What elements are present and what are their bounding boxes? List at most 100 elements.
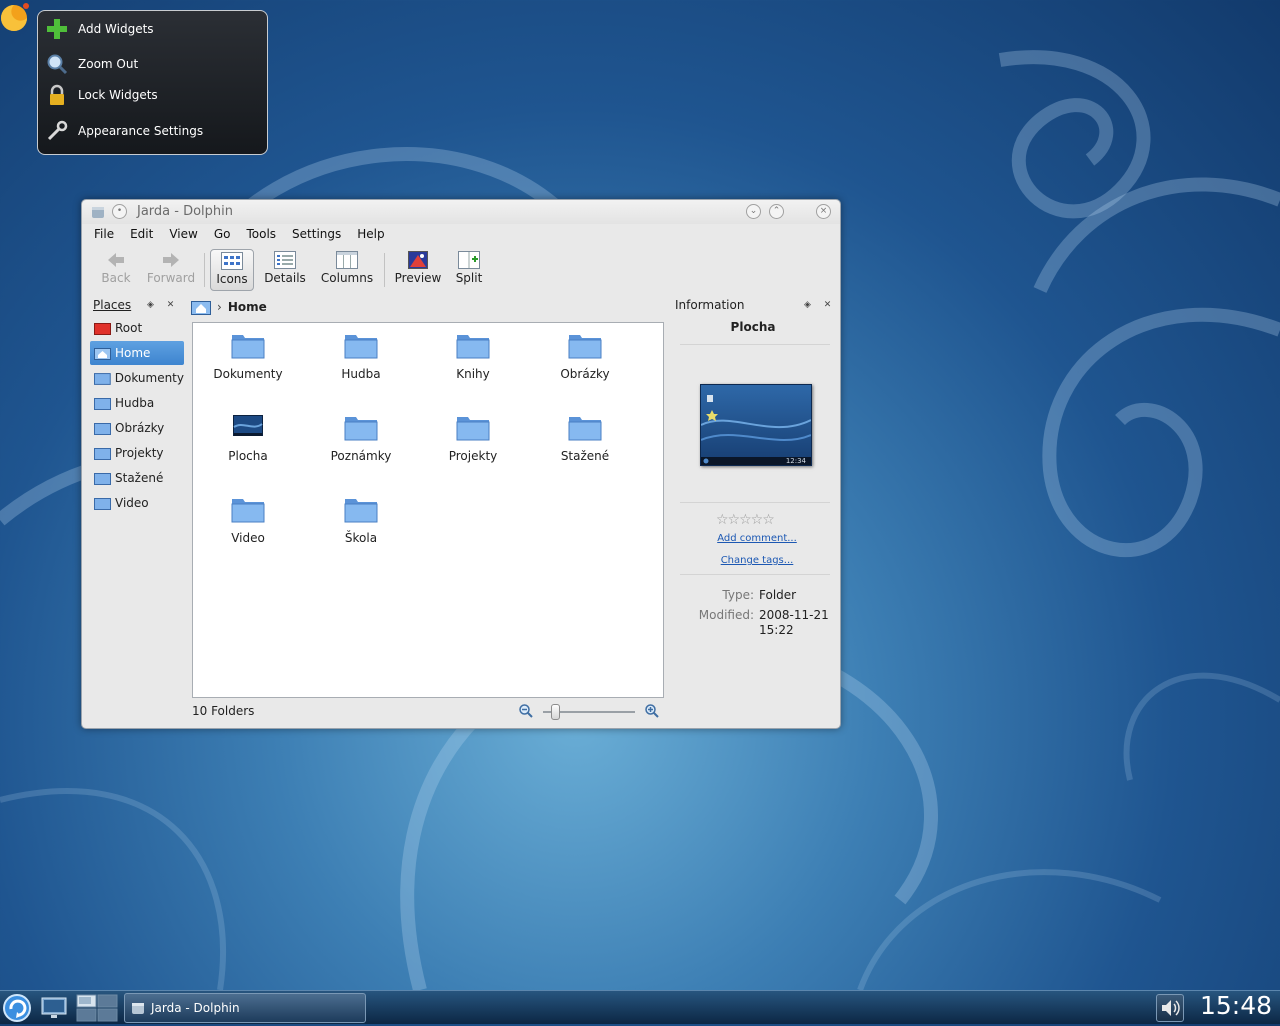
- file-item[interactable]: Video: [193, 493, 303, 545]
- columns-view-icon: [316, 249, 378, 271]
- file-item[interactable]: Obrázky: [530, 329, 640, 381]
- desktop-toolbox: Add Widgets Zoom Out Lock Widgets Appear…: [37, 10, 268, 155]
- window-titlebar[interactable]: • Jarda - Dolphin ⌄ ⌃ ×: [82, 200, 840, 224]
- place-video[interactable]: Video: [90, 491, 184, 515]
- place-obrazky[interactable]: Obrázky: [90, 416, 184, 440]
- home-icon[interactable]: [191, 299, 211, 315]
- columns-view-button[interactable]: Columns: [316, 249, 378, 291]
- preview-button[interactable]: Preview: [390, 249, 446, 291]
- close-button[interactable]: ×: [816, 204, 831, 219]
- minimize-button[interactable]: ⌄: [746, 204, 761, 219]
- folder-icon: [418, 411, 528, 443]
- menu-go[interactable]: Go: [206, 225, 239, 245]
- menu-edit[interactable]: Edit: [122, 225, 161, 245]
- menu-tools[interactable]: Tools: [238, 225, 284, 245]
- menu-settings[interactable]: Settings: [284, 225, 349, 245]
- add-widgets-item[interactable]: Add Widgets: [44, 14, 264, 44]
- places-float-icon[interactable]: ◈: [145, 300, 156, 311]
- place-projekty[interactable]: Projekty: [90, 441, 184, 465]
- places-close-icon[interactable]: ✕: [165, 300, 176, 311]
- file-item[interactable]: Škola: [306, 493, 416, 545]
- menu-help[interactable]: Help: [349, 225, 392, 245]
- file-icon-view[interactable]: Dokumenty Hudba Knihy Obrázky Plocha Poz…: [192, 322, 664, 698]
- lock-widgets-label: Lock Widgets: [78, 88, 158, 102]
- places-title: Places: [93, 298, 132, 312]
- zoom-out-icon[interactable]: [518, 703, 534, 719]
- file-item[interactable]: Projekty: [418, 411, 528, 463]
- volume-icon[interactable]: [1156, 994, 1184, 1022]
- place-label: Video: [115, 496, 149, 510]
- folder-icon: [530, 411, 640, 443]
- dolphin-task-icon: [132, 1003, 144, 1014]
- info-close-icon[interactable]: ✕: [822, 300, 833, 311]
- change-tags-link[interactable]: Change tags...: [670, 552, 844, 566]
- pager-widget[interactable]: [76, 994, 118, 1022]
- folder-icon: [306, 329, 416, 361]
- file-item[interactable]: Knihy: [418, 329, 528, 381]
- place-label: Home: [115, 346, 151, 360]
- zoom-out-label: Zoom Out: [78, 57, 139, 71]
- add-comment-label: Add comment...: [717, 533, 797, 544]
- split-button[interactable]: Split: [450, 249, 488, 291]
- info-float-icon[interactable]: ◈: [802, 300, 813, 311]
- place-stazene[interactable]: Stažené: [90, 466, 184, 490]
- back-arrow-icon: [94, 249, 138, 271]
- appearance-settings-item[interactable]: Appearance Settings: [44, 116, 264, 146]
- place-root[interactable]: Root: [90, 316, 184, 340]
- preview-clock: 12:34: [785, 457, 806, 465]
- places-panel: Places ◈ ✕ Root Home Dokumenty Hudba Obr…: [88, 296, 186, 720]
- wrench-icon: [44, 118, 70, 144]
- folder-icon: [193, 493, 303, 525]
- breadcrumb: › Home: [191, 296, 666, 318]
- panel-clock[interactable]: 15:48: [1200, 991, 1272, 1020]
- icons-view-button[interactable]: Icons: [210, 249, 254, 291]
- file-name: Obrázky: [560, 367, 610, 381]
- taskbar-item-dolphin[interactable]: Jarda - Dolphin: [124, 993, 366, 1023]
- lock-widgets-item[interactable]: Lock Widgets: [44, 80, 264, 110]
- breadcrumb-home[interactable]: Home: [228, 300, 267, 314]
- folder-icon: [94, 447, 111, 460]
- place-label: Root: [115, 321, 143, 335]
- file-item[interactable]: Stažené: [530, 411, 640, 463]
- folder-icon: [193, 329, 303, 361]
- zoom-slider-handle[interactable]: [551, 704, 560, 720]
- forward-button[interactable]: Forward: [144, 249, 198, 291]
- folder-icon: [94, 372, 111, 385]
- zoom-out-item[interactable]: Zoom Out: [44, 49, 264, 79]
- place-dokumenty[interactable]: Dokumenty: [90, 366, 184, 390]
- file-name: Knihy: [456, 367, 490, 381]
- folder-icon: [94, 472, 111, 485]
- file-item[interactable]: Poznámky: [306, 411, 416, 463]
- forward-arrow-icon: [144, 249, 198, 271]
- split-icon: [450, 249, 488, 271]
- kickoff-launcher-icon[interactable]: [2, 993, 32, 1023]
- folder-icon: [306, 411, 416, 443]
- maximize-button[interactable]: ⌃: [769, 204, 784, 219]
- file-item[interactable]: Hudba: [306, 329, 416, 381]
- back-button[interactable]: Back: [94, 249, 138, 291]
- zoom-in-icon[interactable]: [644, 703, 660, 719]
- place-hudba[interactable]: Hudba: [90, 391, 184, 415]
- forward-label: Forward: [146, 271, 196, 285]
- desktop-folder-icon: [193, 411, 303, 443]
- place-home[interactable]: Home: [90, 341, 184, 365]
- desktop-cashew-icon[interactable]: [0, 0, 34, 34]
- file-name: Plocha: [228, 449, 268, 463]
- menu-view[interactable]: View: [161, 225, 205, 245]
- dolphin-app-icon[interactable]: [91, 205, 105, 219]
- window-title: Jarda - Dolphin: [137, 204, 234, 219]
- details-view-button[interactable]: Details: [260, 249, 310, 291]
- rating-stars[interactable]: ☆☆☆☆☆: [716, 512, 775, 528]
- dolphin-window: • Jarda - Dolphin ⌄ ⌃ × File Edit View G…: [81, 199, 841, 729]
- show-desktop-icon[interactable]: [40, 995, 68, 1021]
- add-comment-link[interactable]: Add comment...: [670, 530, 844, 544]
- file-item[interactable]: Dokumenty: [193, 329, 303, 381]
- file-item[interactable]: Plocha: [193, 411, 303, 463]
- details-view-icon: [260, 249, 310, 271]
- preview-label: Preview: [394, 271, 442, 285]
- window-menu-button[interactable]: •: [112, 204, 127, 219]
- status-text: 10 Folders: [192, 704, 255, 718]
- menu-file[interactable]: File: [86, 225, 122, 245]
- breadcrumb-separator-icon: ›: [217, 300, 222, 314]
- file-name: Video: [231, 531, 265, 545]
